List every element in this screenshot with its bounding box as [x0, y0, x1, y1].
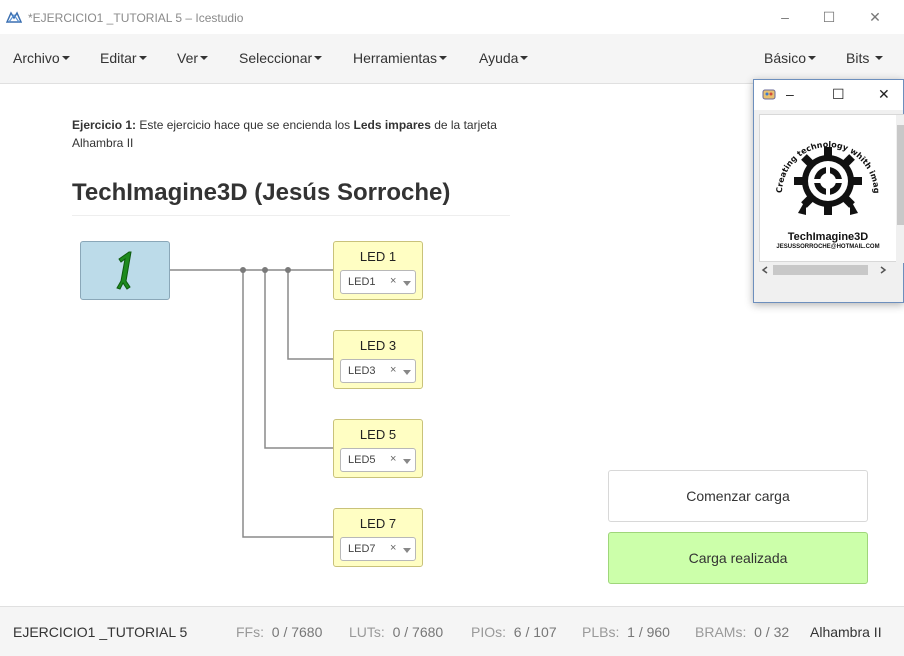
led-pin-value: LED1	[348, 276, 376, 288]
menu-herramientas[interactable]: Herramientas	[353, 50, 448, 66]
caret-down-icon	[200, 56, 209, 61]
led-pin-value: LED7	[348, 543, 376, 555]
chevron-down-icon	[403, 459, 411, 464]
brams-label: BRAMs:	[695, 624, 747, 640]
paint-icon	[762, 89, 776, 100]
brams-stat: BRAMs: 0 / 32	[695, 624, 789, 640]
menu-bits[interactable]: Bits	[846, 50, 884, 66]
led-block-title: LED 3	[359, 338, 397, 353]
image-viewport: Creating technology whith imagination	[757, 108, 904, 277]
menu-label: Bits	[846, 50, 870, 66]
caret-down-icon	[808, 56, 817, 61]
clear-icon[interactable]: ×	[390, 275, 396, 287]
close-icon: ✕	[869, 8, 881, 25]
menu-archivo[interactable]: Archivo	[13, 50, 70, 66]
luts-label: LUTs:	[349, 624, 385, 640]
image-viewer-titlebar: – ☐ ✕	[754, 80, 903, 110]
luts-value: 0 / 7680	[392, 624, 444, 640]
plbs-value: 1 / 960	[627, 624, 670, 640]
menu-seleccionar[interactable]: Seleccionar	[239, 50, 323, 66]
minimize-button[interactable]: –	[762, 0, 808, 34]
horizontal-scrollbar[interactable]	[760, 263, 896, 277]
wire-led3	[287, 270, 334, 360]
wire-junction	[262, 267, 268, 273]
chevron-down-icon	[403, 548, 411, 553]
led-pin-value: LED3	[348, 365, 376, 377]
vertical-scroll-thumb[interactable]	[897, 125, 904, 225]
chevron-left-icon	[761, 266, 768, 274]
logo-text: TechImagine3D	[787, 231, 869, 243]
clear-icon[interactable]: ×	[390, 364, 396, 376]
project-name: EJERCICIO1 _TUTORIAL 5	[13, 624, 188, 640]
image-viewer-window[interactable]: – ☐ ✕ Creating technology whith imaginat…	[753, 79, 904, 303]
title-bar: *EJERCICIO1 _TUTORIAL 5 – Icestudio – ☐ …	[0, 0, 904, 34]
brams-value: 0 / 32	[754, 624, 790, 640]
logo-email: JESUSSORROCHE@HOTMAIL.COM	[776, 244, 880, 250]
luts-stat: LUTs: 0 / 7680	[349, 624, 443, 640]
pios-value: 6 / 107	[513, 624, 557, 640]
led-pin-value: LED5	[348, 454, 376, 466]
menu-bar: Archivo Editar Ver Seleccionar Herramien…	[0, 34, 904, 84]
led-block-3[interactable]: LED 3 LED3 ×	[333, 330, 423, 389]
menu-label: Herramientas	[353, 50, 438, 66]
constant-one-block[interactable]	[80, 241, 170, 300]
pios-stat: PIOs: 6 / 107	[471, 624, 557, 640]
menu-ayuda[interactable]: Ayuda	[479, 50, 529, 66]
maximize-button[interactable]: ☐	[806, 0, 852, 34]
popup-close-button[interactable]: ✕	[878, 86, 890, 103]
vertical-scrollbar[interactable]	[896, 115, 904, 263]
led-block-1[interactable]: LED 1 LED1 ×	[333, 241, 423, 300]
menu-label: Seleccionar	[239, 50, 313, 66]
wire-junction	[240, 267, 246, 273]
ffs-label: FFs:	[236, 624, 264, 640]
close-button[interactable]: ✕	[852, 0, 898, 34]
plbs-label: PLBs:	[582, 624, 620, 640]
constant-one-icon	[116, 251, 132, 290]
chevron-down-icon	[403, 370, 411, 375]
popup-minimize-button[interactable]: –	[786, 86, 794, 102]
led-pin-select[interactable]: LED7 ×	[340, 537, 416, 561]
ffs-stat: FFs: 0 / 7680	[236, 624, 322, 640]
caret-down-icon	[138, 56, 147, 61]
minimize-icon: –	[781, 9, 789, 25]
led-pin-select[interactable]: LED5 ×	[340, 448, 416, 472]
caret-down-icon	[439, 56, 448, 61]
chevron-right-icon	[880, 266, 887, 274]
clear-icon[interactable]: ×	[390, 542, 396, 554]
led-block-7[interactable]: LED 7 LED7 ×	[333, 508, 423, 567]
plbs-stat: PLBs: 1 / 960	[582, 624, 670, 640]
caret-down-icon	[61, 56, 70, 61]
led-block-title: LED 1	[359, 249, 397, 264]
led-pin-select[interactable]: LED1 ×	[340, 270, 416, 294]
popup-maximize-button[interactable]: ☐	[832, 86, 845, 103]
menu-label: Ayuda	[479, 50, 519, 66]
menu-label: Archivo	[13, 50, 60, 66]
clear-icon[interactable]: ×	[390, 453, 396, 465]
horizontal-scroll-thumb[interactable]	[773, 265, 868, 275]
pios-label: PIOs:	[471, 624, 507, 640]
board-name: Alhambra II	[810, 624, 882, 640]
status-bar: EJERCICIO1 _TUTORIAL 5 FFs: 0 / 7680 LUT…	[0, 606, 904, 656]
caret-down-icon	[875, 56, 884, 61]
led-pin-select[interactable]: LED3 ×	[340, 359, 416, 383]
caret-down-icon	[520, 56, 529, 61]
led-block-title: LED 7	[359, 516, 397, 531]
chevron-down-icon	[403, 281, 411, 286]
maximize-icon: ☐	[822, 8, 836, 25]
ffs-value: 0 / 7680	[271, 624, 323, 640]
caret-down-icon	[314, 56, 323, 61]
window-title: *EJERCICIO1 _TUTORIAL 5 – Icestudio	[28, 11, 244, 25]
menu-label: Básico	[764, 50, 807, 66]
led-block-title: LED 5	[359, 427, 397, 442]
led-block-5[interactable]: LED 5 LED5 ×	[333, 419, 423, 478]
menu-editar[interactable]: Editar	[100, 50, 147, 66]
menu-basico[interactable]: Básico	[764, 50, 817, 66]
menu-ver[interactable]: Ver	[177, 50, 209, 66]
start-upload-button[interactable]: Comenzar carga	[608, 470, 868, 522]
wire-junction	[285, 267, 291, 273]
menu-label: Ver	[177, 50, 199, 66]
menu-label: Editar	[100, 50, 137, 66]
upload-done-status: Carga realizada	[608, 532, 868, 584]
icestudio-logo-icon	[6, 11, 22, 23]
